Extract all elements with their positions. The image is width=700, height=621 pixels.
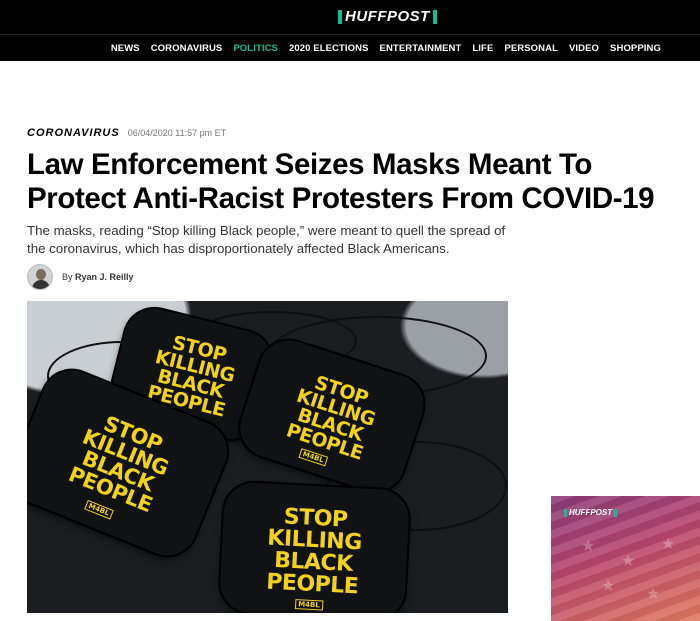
logo-text: HUFFPOST xyxy=(345,8,430,25)
nav-bar: NEWS CORONAVIRUS POLITICS 2020 ELECTIONS… xyxy=(0,34,700,61)
ad-logo: HUFFPOST xyxy=(564,508,618,517)
timestamp: 06/04/2020 11:57 pm ET xyxy=(127,128,227,138)
huffpost-logo[interactable]: HUFFPOST xyxy=(338,9,437,25)
star-icon: ★ xyxy=(621,553,636,570)
nav-item-news[interactable]: NEWS xyxy=(111,43,140,54)
side-ad[interactable]: ★ ★ ★ ★ ★ HUFFPOST xyxy=(551,496,700,621)
top-bar: HUFFPOST xyxy=(0,0,700,34)
nav-item-shopping[interactable]: SHOPPING xyxy=(610,43,661,54)
author-avatar[interactable] xyxy=(27,264,53,290)
mask-brand: M4BL xyxy=(294,599,324,611)
article-meta: CORONAVIRUS 06/04/2020 11:57 pm ET xyxy=(27,127,226,139)
main-nav: NEWS CORONAVIRUS POLITICS 2020 ELECTIONS… xyxy=(111,35,661,62)
author-line: By Ryan J. Reilly xyxy=(62,272,134,282)
star-icon: ★ xyxy=(601,578,616,595)
nav-item-life[interactable]: LIFE xyxy=(472,43,493,54)
mask-print: STOP KILLING BLACK PEOPLE xyxy=(56,404,188,519)
avatar-head xyxy=(36,269,46,280)
mask-print: STOP KILLING BLACK PEOPLE xyxy=(274,367,391,466)
mask-brand: M4BL xyxy=(84,499,114,520)
avatar-body xyxy=(32,280,50,289)
nav-item-politics[interactable]: POLITICS xyxy=(233,43,278,54)
logo-bar-right xyxy=(432,10,437,24)
mask-print: STOP KILLING BLACK PEOPLE xyxy=(252,504,376,600)
nav-item-2020-elections[interactable]: 2020 ELECTIONS xyxy=(289,43,369,54)
byline-prefix: By xyxy=(62,272,73,282)
photo-caption-strip xyxy=(27,613,508,621)
star-icon: ★ xyxy=(661,536,676,553)
nav-item-video[interactable]: VIDEO xyxy=(569,43,599,54)
mask-line: PEOPLE xyxy=(265,569,359,600)
star-icon: ★ xyxy=(646,586,661,603)
dek: The masks, reading “Stop killing Black p… xyxy=(27,223,506,256)
author-name[interactable]: Ryan J. Reilly xyxy=(75,272,134,282)
star-icon: ★ xyxy=(581,538,596,555)
nav-item-personal[interactable]: PERSONAL xyxy=(504,43,558,54)
byline: By Ryan J. Reilly xyxy=(27,264,134,290)
ad-logo-text: HUFFPOST xyxy=(569,508,613,517)
mask-bottom: STOP KILLING BLACK PEOPLE M4BL xyxy=(218,481,411,613)
nav-item-coronavirus[interactable]: CORONAVIRUS xyxy=(151,43,223,54)
lead-photo[interactable]: STOP KILLING BLACK PEOPLE M4BL STOP KILL… xyxy=(27,301,508,613)
ad-logo-bar-right xyxy=(614,508,618,517)
section-label[interactable]: CORONAVIRUS xyxy=(27,127,120,139)
nav-item-entertainment[interactable]: ENTERTAINMENT xyxy=(380,43,462,54)
headline: Law Enforcement Seizes Masks Meant To Pr… xyxy=(27,148,655,215)
